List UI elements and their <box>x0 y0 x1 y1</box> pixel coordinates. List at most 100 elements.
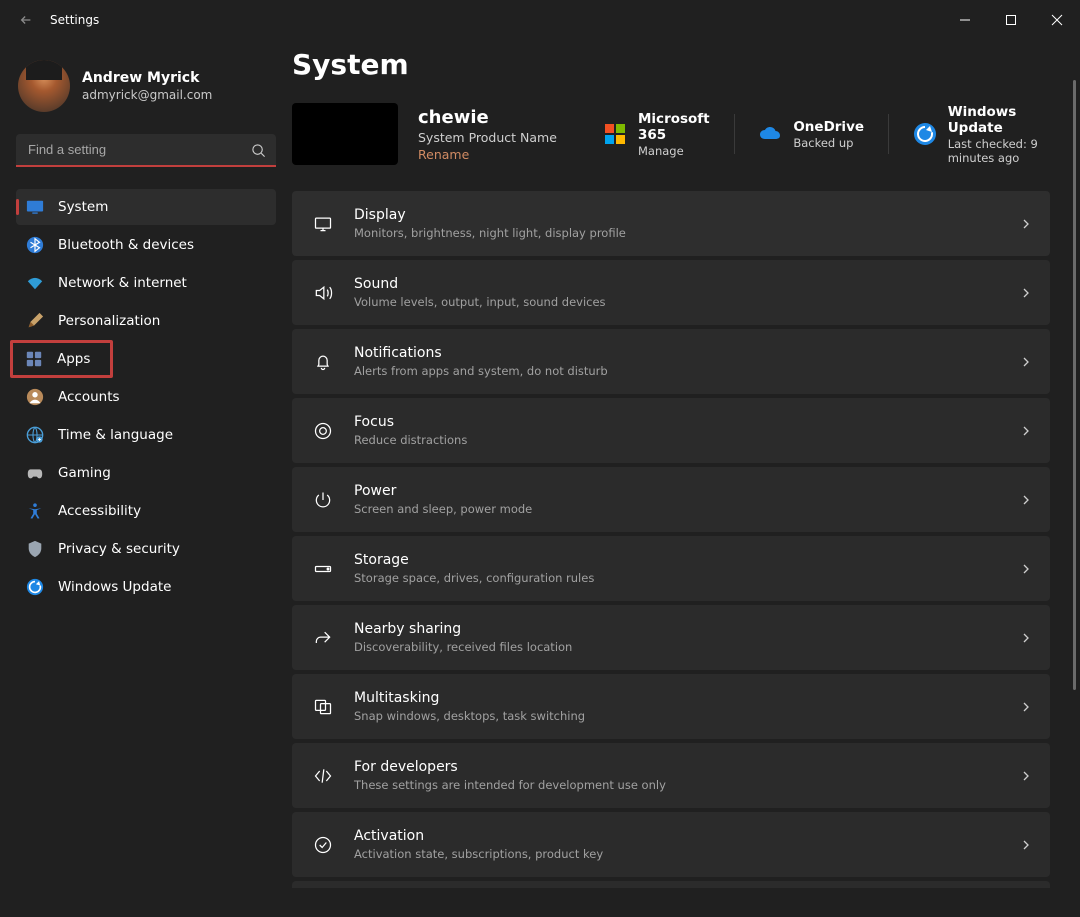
card-multitasking[interactable]: MultitaskingSnap windows, desktops, task… <box>292 674 1050 739</box>
profile-name: Andrew Myrick <box>82 69 212 87</box>
nav-label: Bluetooth & devices <box>58 237 194 253</box>
card-power[interactable]: PowerScreen and sleep, power mode <box>292 467 1050 532</box>
chevron-right-icon <box>1018 354 1034 370</box>
onedrive-icon <box>758 122 782 146</box>
status-sub: Backed up <box>793 136 864 150</box>
nav-item-accessibility[interactable]: Accessibility <box>16 493 276 529</box>
status-update[interactable]: Windows Update Last checked: 9 minutes a… <box>913 104 1050 165</box>
nav-item-time-language[interactable]: Time & language <box>16 417 276 453</box>
nav-label: Accounts <box>58 389 120 405</box>
minimize-icon <box>959 14 971 26</box>
nav-label: Personalization <box>58 313 160 329</box>
arrow-left-icon <box>19 13 33 27</box>
card-for-developers[interactable]: For developersThese settings are intende… <box>292 743 1050 808</box>
status-title: OneDrive <box>793 119 864 135</box>
card-title: Focus <box>354 413 998 431</box>
update-icon <box>26 578 44 596</box>
nav-item-bluetooth-devices[interactable]: Bluetooth & devices <box>16 227 276 263</box>
card-storage[interactable]: StorageStorage space, drives, configurat… <box>292 536 1050 601</box>
card-sub: Reduce distractions <box>354 432 998 448</box>
back-button[interactable] <box>18 12 34 28</box>
nav-item-apps[interactable]: Apps <box>16 341 276 377</box>
nav-item-network-internet[interactable]: Network & internet <box>16 265 276 301</box>
nav-item-gaming[interactable]: Gaming <box>16 455 276 491</box>
status-onedrive[interactable]: OneDrive Backed up <box>758 119 864 150</box>
card-nearby-sharing[interactable]: Nearby sharingDiscoverability, received … <box>292 605 1050 670</box>
card-sound[interactable]: SoundVolume levels, output, input, sound… <box>292 260 1050 325</box>
card-sub: These settings are intended for developm… <box>354 777 998 793</box>
power-icon <box>312 489 334 511</box>
status-m365[interactable]: Microsoft 365 Manage <box>603 111 710 158</box>
chevron-right-icon <box>1018 837 1034 853</box>
nav-item-personalization[interactable]: Personalization <box>16 303 276 339</box>
check-icon <box>312 834 334 856</box>
card-display[interactable]: DisplayMonitors, brightness, night light… <box>292 191 1050 256</box>
device-name: chewie <box>418 107 583 128</box>
card-sub: Snap windows, desktops, task switching <box>354 708 998 724</box>
title-bar: Settings <box>0 0 1080 40</box>
card-sub: Monitors, brightness, night light, displ… <box>354 225 998 241</box>
chevron-right-icon <box>1018 561 1034 577</box>
nav-item-windows-update[interactable]: Windows Update <box>16 569 276 605</box>
system-icon <box>26 198 44 216</box>
card-sub: Discoverability, received files location <box>354 639 998 655</box>
sound-icon <box>312 282 334 304</box>
nav-item-privacy-security[interactable]: Privacy & security <box>16 531 276 567</box>
status-title: Windows Update <box>948 104 1050 136</box>
nav-label: Network & internet <box>58 275 187 291</box>
nav-label: Windows Update <box>58 579 171 595</box>
wifi-icon <box>26 274 44 292</box>
nav-item-system[interactable]: System <box>16 189 276 225</box>
card-sub: Storage space, drives, configuration rul… <box>354 570 998 586</box>
storage-icon <box>312 558 334 580</box>
card-title: Storage <box>354 551 998 569</box>
share-icon <box>312 627 334 649</box>
scrollbar[interactable] <box>1073 80 1076 690</box>
card-sub: Alerts from apps and system, do not dist… <box>354 363 998 379</box>
window-title: Settings <box>50 13 99 27</box>
card-title: Multitasking <box>354 689 998 707</box>
card-sub: Screen and sleep, power mode <box>354 501 998 517</box>
card-title: Sound <box>354 275 998 293</box>
card-title: For developers <box>354 758 998 776</box>
close-button[interactable] <box>1034 0 1080 40</box>
profile-panel[interactable]: Andrew Myrick admyrick@gmail.com <box>16 52 276 122</box>
device-thumbnail <box>292 103 398 165</box>
rename-link[interactable]: Rename <box>418 147 583 162</box>
card-troubleshoot[interactable]: TroubleshootRecommended troubleshooters,… <box>292 881 1050 888</box>
card-focus[interactable]: FocusReduce distractions <box>292 398 1050 463</box>
nav-item-accounts[interactable]: Accounts <box>16 379 276 415</box>
card-title: Activation <box>354 827 998 845</box>
card-title: Display <box>354 206 998 224</box>
status-sub: Manage <box>638 144 710 158</box>
multitask-icon <box>312 696 334 718</box>
avatar <box>18 60 70 112</box>
close-icon <box>1051 14 1063 26</box>
card-notifications[interactable]: NotificationsAlerts from apps and system… <box>292 329 1050 394</box>
nav-label: Privacy & security <box>58 541 180 557</box>
apps-icon <box>25 350 43 368</box>
device-row: chewie System Product Name Rename Micros… <box>292 103 1050 165</box>
nav-label: Time & language <box>58 427 173 443</box>
bell-icon <box>312 351 334 373</box>
main-content: System chewie System Product Name Rename… <box>292 40 1080 917</box>
search-box[interactable] <box>16 134 276 167</box>
status-title: Microsoft 365 <box>638 111 710 143</box>
separator <box>888 114 889 154</box>
nav-label: Gaming <box>58 465 111 481</box>
device-product: System Product Name <box>418 130 583 145</box>
chevron-right-icon <box>1018 285 1034 301</box>
maximize-button[interactable] <box>988 0 1034 40</box>
search-input[interactable] <box>16 134 276 167</box>
gamepad-icon <box>26 464 44 482</box>
page-title: System <box>292 48 1050 81</box>
card-title: Nearby sharing <box>354 620 998 638</box>
chevron-right-icon <box>1018 699 1034 715</box>
sidebar: Andrew Myrick admyrick@gmail.com System B… <box>0 40 292 917</box>
settings-cards: DisplayMonitors, brightness, night light… <box>292 191 1050 888</box>
display-icon <box>312 213 334 235</box>
minimize-button[interactable] <box>942 0 988 40</box>
card-activation[interactable]: ActivationActivation state, subscription… <box>292 812 1050 877</box>
status-sub: Last checked: 9 minutes ago <box>948 137 1050 165</box>
search-icon <box>250 143 266 159</box>
